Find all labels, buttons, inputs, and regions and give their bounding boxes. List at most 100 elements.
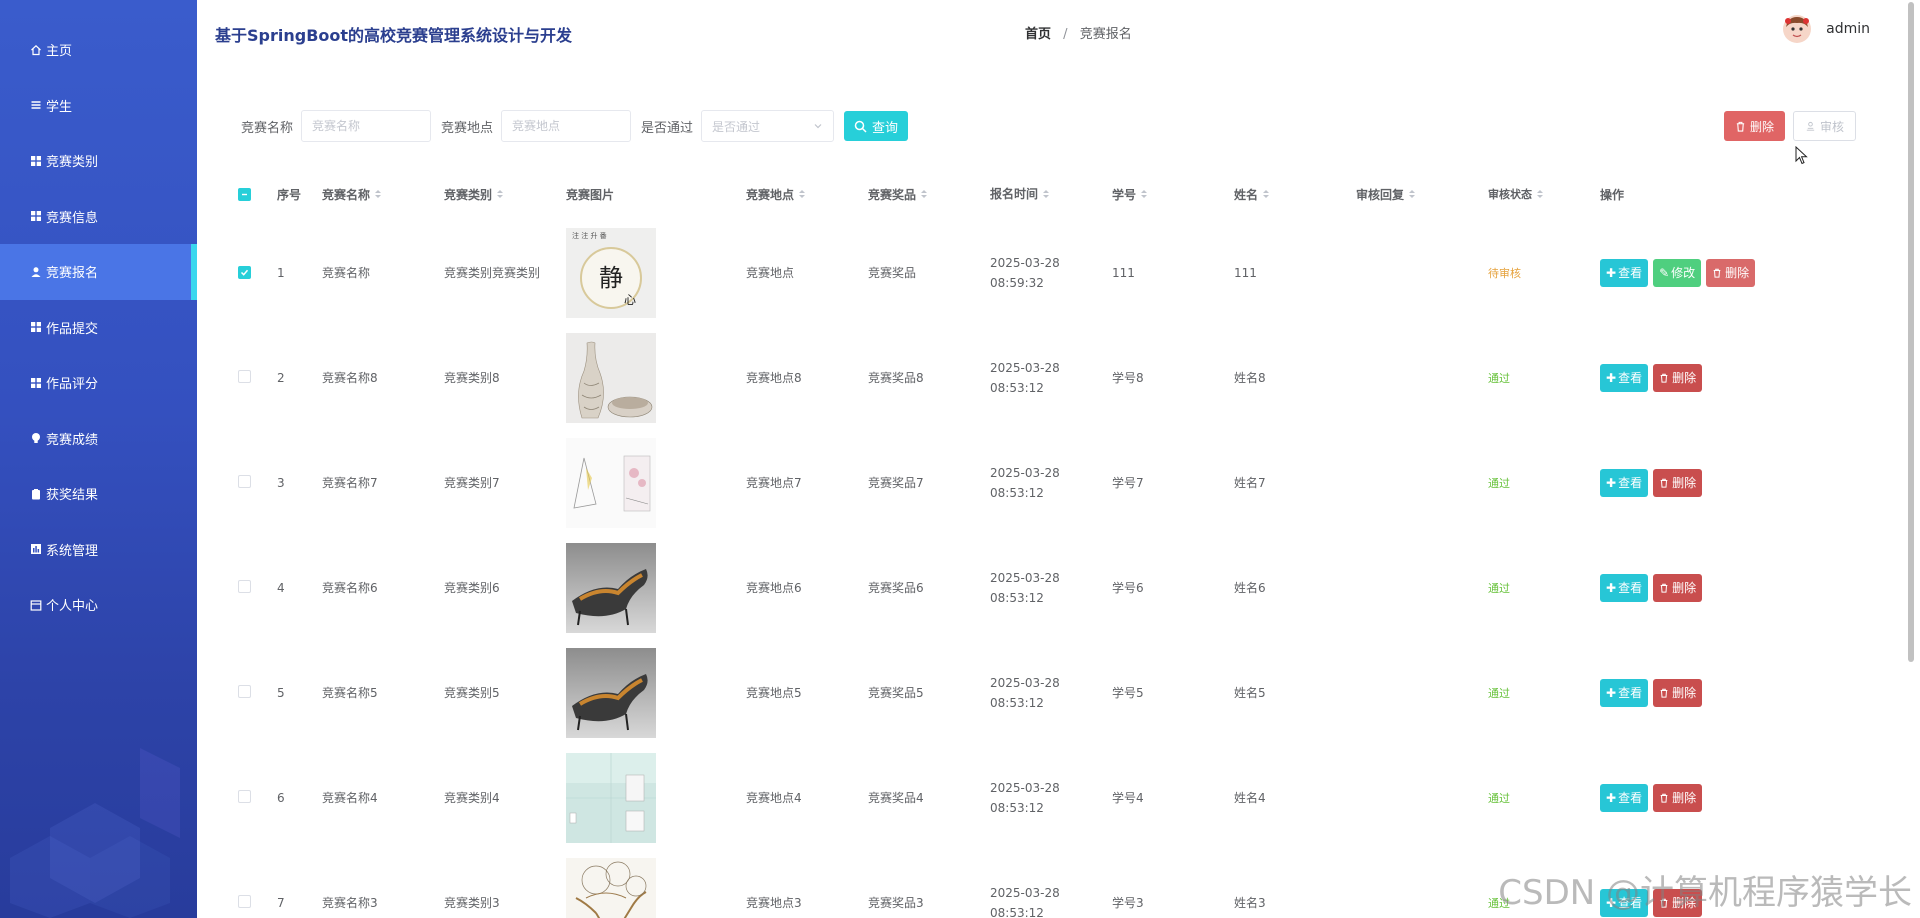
view-button-label: 查看 — [1618, 791, 1643, 805]
view-button[interactable]: ✚ 查看 — [1600, 678, 1649, 707]
row-checkbox-box — [238, 265, 251, 279]
delete-button[interactable]: 删除 — [1706, 258, 1756, 287]
table-row[interactable]: 7 竞赛名称3 竞赛类别3 竞赛地点3 竞赛奖品3 2025-03-28 08:53:12… — [232, 850, 1892, 918]
batch-delete-button[interactable]: 删除 — [1723, 111, 1785, 141]
home-icon — [29, 43, 42, 56]
table-row[interactable]: 6 竞赛名称4 竞赛类别4 竞赛地点4 竞赛奖品4 2025-03-28 08:53:12… — [232, 745, 1892, 850]
view-button[interactable]: ✚ 查看 — [1600, 258, 1649, 287]
select-all-checkbox[interactable] — [232, 187, 277, 201]
cell-category: 竞赛类别6 — [444, 581, 500, 595]
breadcrumb-home[interactable]: 首页 — [1025, 27, 1051, 42]
col-image: 竞赛图片 — [566, 187, 615, 202]
cell-image[interactable] — [566, 752, 746, 843]
col-ops: 操作 — [1600, 187, 1625, 202]
col-student-no[interactable]: 学号 — [1112, 186, 1234, 203]
passed-filter-select[interactable]: 是否通过 — [701, 110, 835, 142]
sidebar-item-6[interactable]: 作品评分 — [0, 355, 197, 411]
sidebar-menu: 主页 学生 竞赛类别 竞赛信息 竞赛报名作品提交作品评分 竞赛成绩 获奖结果 系统管理 个人中心 — [0, 0, 197, 633]
cell-index: 2 — [277, 370, 285, 385]
sidebar-item-5[interactable]: 作品提交 — [0, 300, 197, 356]
cell-category: 竞赛类别4 — [444, 791, 500, 805]
chart-icon — [29, 543, 42, 556]
query-button[interactable]: 查询 — [844, 111, 909, 141]
cell-location: 竞赛地点 — [746, 266, 795, 280]
name-filter-input[interactable] — [301, 110, 432, 142]
col-prize-label: 竞赛奖品 — [868, 187, 917, 202]
edit-button[interactable]: ✎ 修改 — [1653, 258, 1702, 287]
sidebar-item-4[interactable]: 竞赛报名 — [0, 244, 197, 300]
sidebar-item-9[interactable]: 系统管理 — [0, 522, 197, 578]
sidebar-item-2[interactable]: 竞赛类别 — [0, 133, 197, 189]
cell-status: 通过 — [1488, 476, 1510, 490]
row-checkbox[interactable] — [232, 684, 277, 701]
cell-time: 2025-03-28 08:53:12 — [990, 675, 1060, 710]
row-checkbox[interactable] — [232, 894, 277, 911]
delete-button[interactable]: 删除 — [1653, 363, 1703, 392]
view-button[interactable]: ✚ 查看 — [1600, 363, 1649, 392]
sidebar-item-8[interactable]: 获奖结果 — [0, 466, 197, 522]
list-icon — [29, 99, 42, 112]
sidebar-decoration — [10, 748, 180, 918]
sidebar-item-7[interactable]: 竞赛成绩 — [0, 411, 197, 467]
breadcrumb-current: 竞赛报名 — [1079, 27, 1132, 42]
col-time[interactable]: 报名时间 — [990, 184, 1112, 204]
row-checkbox[interactable] — [232, 265, 277, 280]
cell-student-no: 学号6 — [1112, 581, 1144, 595]
row-checkbox-box — [238, 894, 251, 908]
col-student-name[interactable]: 姓名 — [1234, 186, 1356, 203]
col-reply[interactable]: 审核回复 — [1356, 186, 1478, 203]
row-checkbox-box — [238, 369, 251, 383]
view-button[interactable]: ✚ 查看 — [1600, 888, 1649, 917]
sidebar-item-0[interactable]: 主页 — [0, 22, 197, 78]
view-button[interactable]: ✚ 查看 — [1600, 468, 1649, 497]
table-row[interactable]: 1 竞赛名称 竞赛类别竞赛类别 静心 注 注 升 番竞赛地点 竞赛奖品 2025-03-28… — [232, 220, 1892, 325]
breadcrumb-separator: / — [1063, 27, 1068, 42]
delete-button[interactable]: 删除 — [1653, 573, 1703, 602]
passed-filter-label: 是否通过 — [641, 120, 694, 136]
col-status[interactable]: 审核状态 — [1478, 186, 1600, 202]
delete-button[interactable]: 删除 — [1653, 468, 1703, 497]
cell-status: 通过 — [1488, 581, 1510, 595]
row-checkbox[interactable] — [232, 474, 277, 491]
view-button[interactable]: ✚ 查看 — [1600, 573, 1649, 602]
col-location[interactable]: 竞赛地点 — [746, 186, 868, 203]
cell-image[interactable] — [566, 332, 746, 423]
delete-button[interactable]: 删除 — [1653, 888, 1703, 917]
sidebar-item-3[interactable]: 竞赛信息 — [0, 189, 197, 245]
cell-image[interactable] — [566, 437, 746, 528]
col-category[interactable]: 竞赛类别 — [444, 186, 566, 203]
view-button-label: 查看 — [1618, 266, 1643, 280]
cell-image[interactable] — [566, 647, 746, 738]
table-row[interactable]: 4 竞赛名称6 竞赛类别6 竞赛地点6 竞赛奖品6 2025-03-28 08:53:12… — [232, 535, 1892, 640]
cell-category: 竞赛类别8 — [444, 371, 500, 385]
delete-button[interactable]: 删除 — [1653, 783, 1703, 812]
table-row[interactable]: 5 竞赛名称5 竞赛类别5 竞赛地点5 竞赛奖品5 2025-03-28 08:53:12… — [232, 640, 1892, 745]
cell-student-name: 姓名3 — [1234, 896, 1266, 910]
cell-index: 7 — [277, 895, 285, 910]
view-button[interactable]: ✚ 查看 — [1600, 783, 1649, 812]
cell-location: 竞赛地点7 — [746, 476, 802, 490]
row-checkbox[interactable] — [232, 789, 277, 806]
cell-image[interactable]: 静心 注 注 升 番 — [566, 227, 746, 318]
sidebar-item-10[interactable]: 个人中心 — [0, 577, 197, 633]
row-checkbox-box — [238, 474, 251, 488]
name-filter-label: 竞赛名称 — [241, 120, 294, 136]
row-checkbox[interactable] — [232, 369, 277, 386]
sidebar-item-1[interactable]: 学生 — [0, 78, 197, 134]
table-row[interactable]: 3 竞赛名称7 竞赛类别7 竞赛地点7 竞赛奖品7 2025-03-28 08:53:12… — [232, 430, 1892, 535]
audit-button[interactable]: 审核 — [1792, 111, 1856, 141]
cell-image[interactable] — [566, 857, 746, 918]
delete-button[interactable]: 删除 — [1653, 678, 1703, 707]
table-row[interactable]: 2 竞赛名称8 竞赛类别8 竞赛地点8 竞赛奖品8 2025-03-28 08:53:12… — [232, 325, 1892, 430]
col-prize[interactable]: 竞赛奖品 — [868, 186, 990, 203]
col-name[interactable]: 竞赛名称 — [322, 186, 444, 203]
sidebar-item-label: 作品提交 — [46, 321, 99, 337]
cell-status: 待审核 — [1488, 266, 1521, 280]
row-checkbox[interactable] — [232, 579, 277, 596]
grid-icon — [29, 210, 42, 223]
user-menu[interactable]: admin — [1782, 14, 1870, 44]
page-scrollbar[interactable] — [1908, 2, 1914, 662]
cell-name: 竞赛名称3 — [322, 896, 378, 910]
cell-image[interactable] — [566, 542, 746, 633]
location-filter-input[interactable] — [501, 110, 632, 142]
